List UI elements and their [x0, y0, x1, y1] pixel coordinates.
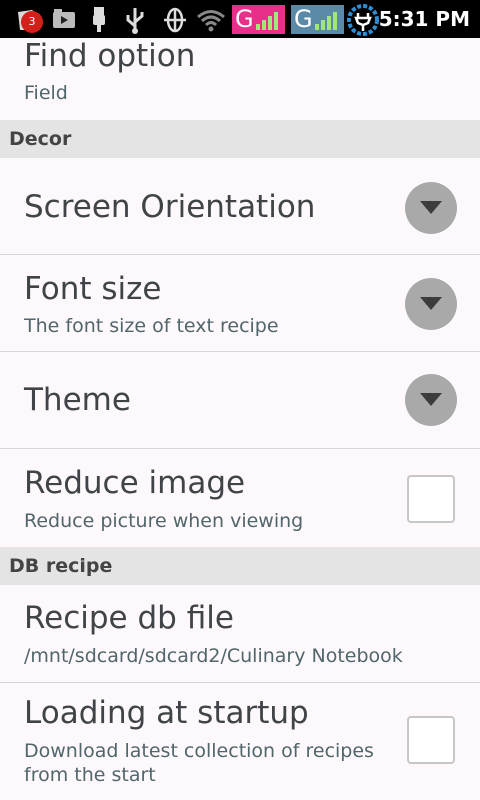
pref-summary-line-2: from the start [24, 764, 156, 786]
clock: 5:31 PM [378, 7, 470, 31]
dropdown-arrow-icon[interactable] [405, 278, 457, 330]
notification-count-badge: 3 [21, 11, 43, 33]
pref-font-size[interactable]: Font size The font size of text recipe [0, 255, 480, 351]
battery-charging-icon [346, 3, 380, 36]
pref-title: Loading at startup [24, 695, 309, 731]
section-header-decor: Decor [0, 120, 480, 158]
pref-summary: /mnt/sdcard/sdcard2/Culinary Notebook [24, 645, 403, 667]
pref-title: Font size [24, 271, 162, 307]
pref-title: Screen Orientation [24, 189, 316, 225]
dropdown-arrow-icon[interactable] [405, 374, 457, 426]
pref-find-option[interactable]: Find option Field [0, 38, 480, 120]
pref-title: Reduce image [24, 465, 246, 501]
pref-summary: Reduce picture when viewing [24, 510, 304, 532]
section-header-db-recipe: DB recipe [0, 547, 480, 585]
network-1-label: G [235, 5, 254, 33]
preference-list[interactable]: Find option Field Decor Screen Orientati… [0, 38, 480, 800]
network-signal-1: G [232, 5, 285, 34]
section-title: DB recipe [9, 555, 113, 577]
network-2-label: G [294, 5, 313, 33]
signal-bars-icon [315, 12, 337, 30]
pref-recipe-db-file[interactable]: Recipe db file /mnt/sdcard/sdcard2/Culin… [0, 585, 480, 681]
pref-title: Theme [24, 382, 131, 418]
dropdown-arrow-icon[interactable] [405, 182, 457, 234]
sync-icon [162, 6, 188, 36]
status-bar: 3 G G 5:31 PM [0, 0, 480, 38]
pref-summary-line-1: Download latest collection of recipes [24, 740, 374, 762]
pref-summary: The font size of text recipe [24, 315, 279, 337]
loading-startup-checkbox[interactable] [407, 716, 455, 764]
usb-icon [90, 7, 108, 37]
section-title: Decor [9, 128, 72, 150]
pref-summary: Field [24, 82, 68, 104]
signal-bars-icon [256, 12, 278, 30]
wifi-icon [196, 8, 226, 38]
network-signal-2: G [291, 5, 344, 34]
pref-reduce-image[interactable]: Reduce image Reduce picture when viewing [0, 449, 480, 546]
media-icon [52, 8, 76, 38]
pref-title: Find option [24, 38, 196, 74]
reduce-image-checkbox[interactable] [407, 475, 455, 523]
pref-theme[interactable]: Theme [0, 352, 480, 448]
usb-debug-icon [124, 6, 146, 36]
pref-screen-orientation[interactable]: Screen Orientation [0, 158, 480, 254]
pref-title: Recipe db file [24, 600, 234, 636]
pref-loading-at-startup[interactable]: Loading at startup Download latest colle… [0, 683, 480, 800]
